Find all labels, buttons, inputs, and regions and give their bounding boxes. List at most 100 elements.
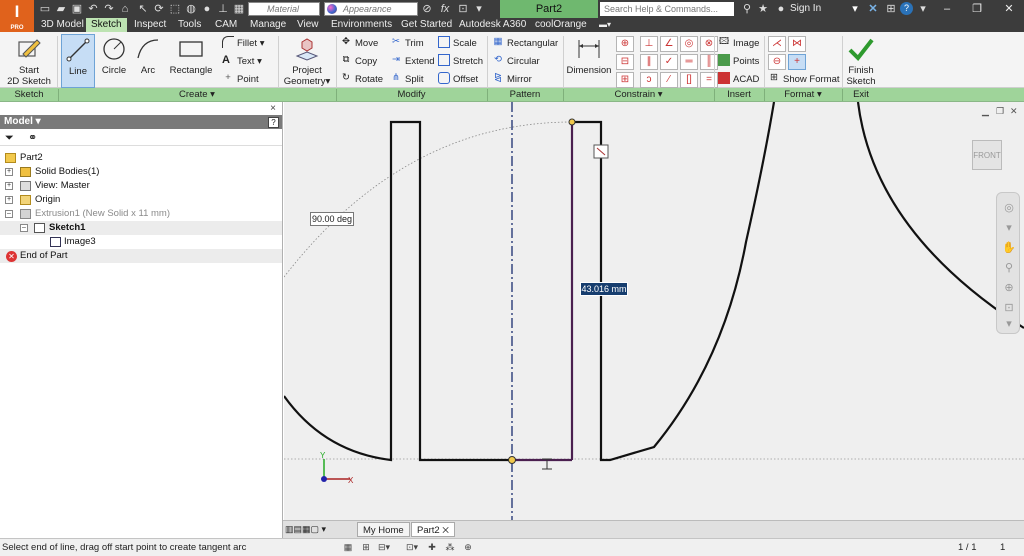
browser-header[interactable]: Model ▾ (0, 115, 282, 129)
collapse-icon[interactable]: – (20, 224, 28, 232)
close-window-button[interactable]: ✕ (994, 0, 1024, 18)
tab-inspect[interactable]: Inspect (129, 18, 171, 32)
material-combo[interactable]: Material (248, 2, 320, 16)
smooth-constraint-icon[interactable]: ↄ (640, 72, 658, 88)
browser-help-icon[interactable]: ? (268, 117, 279, 128)
tangent-constraint-icon[interactable]: ✓ (660, 54, 678, 70)
doc-tab-my-home[interactable]: My Home (357, 522, 410, 537)
exchange-apps-icon[interactable]: ✕ (866, 2, 880, 16)
point-button[interactable]: + Point (222, 72, 258, 88)
stretch-button[interactable]: Stretch (438, 54, 483, 70)
binoculars-icon[interactable]: ⚲ (740, 2, 754, 16)
update-icon[interactable]: ⟳ (152, 2, 166, 16)
tab-environments[interactable]: Environments (326, 18, 397, 32)
select-filter-icon[interactable]: ⬚ (168, 2, 182, 16)
sketch-options-icon[interactable]: ⊞ (360, 541, 372, 554)
material-icon[interactable]: ▦ (232, 2, 246, 16)
perpendicular-constraint-icon[interactable]: ⊥ (640, 36, 658, 52)
center-point-icon[interactable]: ⊖ (768, 54, 786, 70)
constraint-settings-icon[interactable]: ⊞ (616, 72, 634, 88)
arc-button[interactable]: Arc (132, 34, 164, 88)
scale-button[interactable]: Scale (438, 36, 477, 52)
sign-in-link[interactable]: Sign In (790, 0, 821, 18)
tab-overflow-icon[interactable]: ▬▾ (594, 18, 616, 32)
zoom-icon[interactable]: ⚲ (1002, 261, 1016, 275)
customize-icon[interactable]: ▾ (472, 2, 486, 16)
tile-windows-icon[interactable]: ▥▤▦▢ ▾ (285, 524, 326, 535)
glyph-visibility-icon[interactable]: ⊕ (462, 541, 474, 554)
tree-item-sketch1[interactable]: – Sketch1 (0, 221, 282, 235)
panel-label-constrain[interactable]: Constrain ▾ (563, 88, 714, 102)
mirror-button[interactable]: ⧎ Mirror (492, 72, 532, 88)
finish-sketch-button[interactable]: Finish Sketch (844, 34, 878, 88)
split-button[interactable]: ⋔ Split (390, 72, 423, 88)
project-geometry-button[interactable]: Project Geometry▾ (282, 34, 332, 88)
panel-label-modify[interactable]: Modify (336, 88, 487, 102)
line-button[interactable]: Line (61, 34, 95, 88)
driven-dimension-icon[interactable]: + (788, 54, 806, 70)
redo-icon[interactable]: ↷ (102, 2, 116, 16)
browser-search-icon[interactable]: ⚭ (28, 131, 37, 144)
nav-bar-menu-icon[interactable]: ▾ (1002, 317, 1016, 331)
full-navigation-icon[interactable]: ▾ (1002, 221, 1016, 235)
save-icon[interactable]: ▣ (70, 2, 84, 16)
parallel-constraint-icon[interactable]: ∠ (660, 36, 678, 52)
insert-points-button[interactable]: Points (718, 54, 759, 70)
collinear-constraint-icon[interactable]: ⁄ (660, 72, 678, 88)
tab-tools[interactable]: Tools (173, 18, 206, 32)
length-dimension-input[interactable]: 43.016 mm (580, 282, 628, 296)
tab-manage[interactable]: Manage (245, 18, 291, 32)
panel-label-sketch[interactable]: Sketch (0, 88, 58, 102)
show-constraints-icon[interactable]: ⊟ (616, 54, 634, 70)
axis-icon[interactable]: ⊥ (216, 2, 230, 16)
viewcube[interactable]: FRONT (972, 140, 1002, 170)
concentric-constraint-icon[interactable]: ◎ (680, 36, 698, 52)
start-2d-sketch-button[interactable]: Start 2D Sketch (4, 34, 54, 88)
star-icon[interactable]: ★ (756, 2, 770, 16)
select-icon[interactable]: ↖ (136, 2, 150, 16)
auto-dimension-icon[interactable]: ⊕ (616, 36, 634, 52)
color-wheel-icon[interactable]: ◍ (184, 2, 198, 16)
fx-parameters-icon[interactable]: fx (438, 2, 452, 16)
new-file-icon[interactable]: ▭ (38, 2, 52, 16)
measure-icon[interactable]: ⊡ (456, 2, 470, 16)
rotate-button[interactable]: ↻ Rotate (340, 72, 383, 88)
open-file-icon[interactable]: ▰ (54, 2, 68, 16)
graphics-window[interactable]: X Y 90.00 deg 43.016 mm ▁ ❐ ✕ FRONT ◎ ▾ … (284, 102, 1024, 520)
fillet-button[interactable]: Fillet ▾ (222, 36, 264, 52)
panel-label-exit[interactable]: Exit (842, 88, 880, 102)
fix-constraint-icon[interactable]: ⊗ (700, 36, 718, 52)
app-logo[interactable]: I PRO (0, 0, 34, 32)
equal-constraint-icon[interactable]: = (700, 72, 718, 88)
grid-snap-icon[interactable]: ▦ (342, 541, 354, 554)
orbit-icon[interactable]: ⊕ (1002, 281, 1016, 295)
search-input[interactable]: Search Help & Commands... (600, 2, 734, 16)
close-tab-icon[interactable]: ⨉ (442, 526, 448, 535)
degrees-of-freedom-icon[interactable]: ⁂ (444, 541, 456, 554)
insert-image-button[interactable]: 🖾 Image (718, 36, 760, 52)
horizontal-constraint-icon[interactable]: ═ (680, 54, 698, 70)
snap-icon[interactable]: ✚ (426, 541, 438, 554)
panel-label-insert[interactable]: Insert (714, 88, 764, 102)
pan-icon[interactable]: ✋ (1002, 241, 1016, 255)
construction-icon[interactable]: ⋌ (768, 36, 786, 52)
panel-label-format[interactable]: Format ▾ (764, 88, 842, 102)
dimension-display-icon[interactable]: ⊡▾ (406, 541, 418, 554)
tab-sketch[interactable]: Sketch (86, 18, 127, 32)
tree-item-solid-bodies[interactable]: + Solid Bodies(1) (0, 165, 282, 179)
circle-button[interactable]: Circle (98, 34, 130, 88)
vertical-constraint-icon[interactable]: ║ (700, 54, 718, 70)
centerline-icon[interactable]: ⋈ (788, 36, 806, 52)
restore-button[interactable]: ❐ (962, 0, 992, 18)
browser-close-icon[interactable]: × (270, 103, 276, 114)
tree-item-origin[interactable]: + Origin (0, 193, 282, 207)
offset-button[interactable]: Offset (438, 72, 478, 88)
tab-get-started[interactable]: Get Started (396, 18, 457, 32)
tree-item-image3[interactable]: Image3 (0, 235, 282, 249)
help-dropdown-icon[interactable]: ▾ (916, 2, 930, 16)
look-at-icon[interactable]: ⊡ (1002, 301, 1016, 315)
trim-button[interactable]: ✂ Trim (390, 36, 424, 52)
window-minimize-icon[interactable]: ▁ (982, 106, 989, 117)
expand-icon[interactable]: + (5, 196, 13, 204)
tree-item-view-master[interactable]: + View: Master (0, 179, 282, 193)
